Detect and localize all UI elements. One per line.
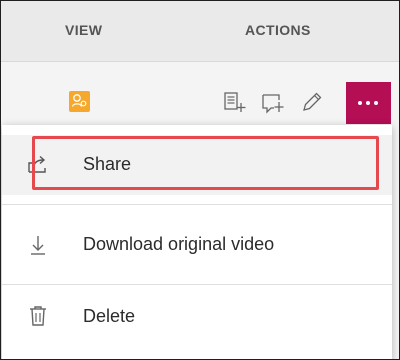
trash-icon — [26, 304, 50, 328]
share-highlight-box — [32, 136, 379, 190]
video-actions-panel: VIEW ACTIONS Share Download original vid… — [0, 0, 400, 360]
more-options-button[interactable] — [346, 82, 391, 124]
menu-item-download[interactable]: Download original video — [2, 215, 392, 275]
user-group-icon[interactable] — [69, 91, 90, 112]
add-comment-icon[interactable] — [259, 88, 287, 116]
add-to-list-icon[interactable] — [221, 88, 249, 116]
actions-column-label: ACTIONS — [245, 22, 311, 38]
menu-divider — [2, 204, 392, 205]
more-options-icon — [358, 101, 362, 105]
menu-item-label: Delete — [83, 306, 136, 326]
menu-item-label: Download original video — [83, 234, 275, 254]
download-icon — [26, 233, 50, 257]
view-column-label: VIEW — [65, 22, 103, 38]
menu-divider — [2, 284, 392, 285]
column-header: VIEW ACTIONS — [1, 1, 399, 62]
edit-pencil-icon[interactable] — [298, 88, 326, 116]
menu-item-delete[interactable]: Delete — [2, 287, 392, 347]
